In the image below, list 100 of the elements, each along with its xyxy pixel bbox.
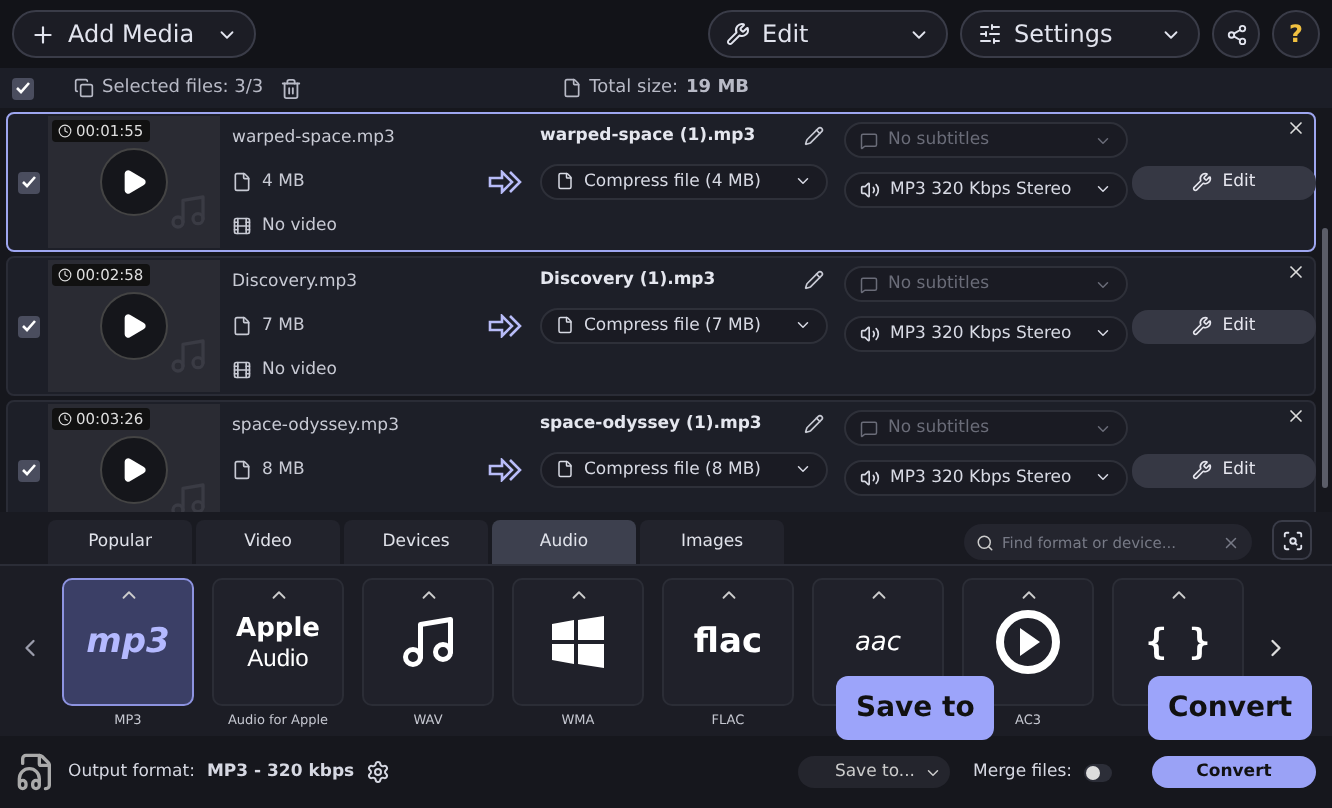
plus-icon — [30, 21, 56, 47]
edit-button[interactable]: Edit — [708, 10, 948, 58]
save-to-button[interactable]: Save to... — [797, 756, 950, 788]
braces-logo: { } — [1145, 621, 1211, 663]
play-circle-icon — [994, 608, 1062, 676]
files-icon — [74, 78, 94, 98]
edit-button[interactable]: Edit — [1132, 165, 1316, 199]
edit-button[interactable]: Edit — [1132, 309, 1316, 343]
output-format-value: MP3 - 320 kbps — [206, 762, 355, 782]
speaker-icon — [860, 323, 880, 344]
rename-icon[interactable] — [804, 413, 824, 434]
video-info: No video — [262, 360, 337, 380]
file-icon — [232, 460, 252, 480]
format-tab[interactable]: Video — [196, 520, 340, 564]
video-info: No video — [262, 216, 337, 236]
speech-bubble-icon — [860, 275, 878, 294]
help-button[interactable]: ? — [1272, 10, 1320, 58]
file-size: 4 MB — [262, 172, 305, 192]
check-icon — [21, 176, 35, 188]
clear-icon[interactable] — [1222, 533, 1240, 551]
output-format-label: Output format: — [68, 762, 195, 782]
play-icon — [120, 456, 148, 484]
file-icon — [232, 172, 252, 192]
format-tile[interactable]: Apple Audio — [212, 578, 344, 706]
speaker-icon — [860, 179, 880, 200]
search-icon — [976, 533, 994, 551]
aac-logo: aac — [854, 627, 902, 657]
rename-icon[interactable] — [804, 269, 824, 290]
add-media-button[interactable]: Add Media — [12, 10, 256, 58]
play-button[interactable] — [100, 148, 168, 216]
file-checkbox[interactable] — [17, 171, 39, 193]
play-icon — [120, 168, 148, 196]
music-note-icon — [168, 192, 208, 232]
file-icon — [561, 78, 582, 98]
output-file-name: space-odyssey (1).mp3 — [540, 413, 762, 434]
merge-toggle[interactable] — [1084, 763, 1112, 781]
format-tile[interactable] — [362, 578, 494, 706]
edit-button[interactable]: Edit — [1132, 453, 1316, 487]
convert-button[interactable]: Convert — [1152, 756, 1316, 788]
settings-icon[interactable] — [366, 760, 391, 784]
rename-icon[interactable] — [804, 125, 824, 146]
play-button[interactable] — [100, 436, 168, 504]
format-file-icon — [16, 752, 56, 792]
format-search-button[interactable] — [1272, 520, 1312, 560]
compress-select[interactable]: Compress file (4 MB) — [540, 163, 828, 200]
music-note-icon — [168, 336, 208, 376]
close-button[interactable] — [1286, 118, 1306, 138]
flac-logo: flac — [693, 622, 763, 662]
file-name: Discovery.mp3 — [232, 272, 360, 292]
audio-select[interactable]: MP3 320 Kbps Stereo — [844, 459, 1128, 496]
delete-icon[interactable] — [279, 77, 302, 99]
select-all-checkbox[interactable] — [12, 77, 34, 99]
format-tab[interactable]: Popular — [48, 520, 192, 564]
file-icon — [556, 316, 574, 335]
audio-select[interactable]: MP3 320 Kbps Stereo — [844, 171, 1128, 208]
check-icon — [16, 82, 30, 94]
share-icon — [1225, 23, 1247, 45]
close-button[interactable] — [1286, 262, 1306, 282]
speech-bubble-icon — [860, 419, 878, 438]
check-icon — [21, 320, 35, 332]
share-button[interactable] — [1212, 10, 1260, 58]
wrench-icon — [1192, 316, 1213, 336]
format-tile[interactable] — [512, 578, 644, 706]
file-icon — [232, 316, 252, 336]
file-size: 7 MB — [262, 316, 305, 336]
convert-arrow-icon — [488, 314, 524, 338]
file-size: 8 MB — [262, 460, 305, 480]
film-icon — [232, 216, 252, 236]
play-button[interactable] — [100, 292, 168, 360]
format-tab[interactable]: Audio — [492, 520, 636, 564]
total-size-label: Total size: — [589, 78, 679, 98]
mp3-logo: mp3 — [86, 622, 170, 662]
format-tile[interactable]: flac — [662, 578, 794, 706]
logo-text: Apple — [236, 613, 320, 643]
file-checkbox[interactable] — [17, 315, 39, 337]
convert-arrow-icon — [488, 458, 524, 482]
format-tile[interactable]: mp3 — [62, 578, 194, 706]
play-icon — [120, 312, 148, 340]
tooltip: Convert — [1148, 676, 1313, 740]
film-icon — [232, 360, 252, 380]
file-checkbox[interactable] — [17, 459, 39, 481]
close-button[interactable] — [1286, 406, 1306, 426]
format-tab[interactable]: Images — [640, 520, 784, 564]
compress-select[interactable]: Compress file (8 MB) — [540, 451, 828, 488]
file-name: space-odyssey.mp3 — [232, 416, 401, 436]
selected-files-count: Selected files: 3/3 — [102, 78, 264, 98]
file-name: warped-space.mp3 — [232, 128, 397, 148]
file-icon — [556, 172, 574, 191]
sliders-icon — [978, 22, 1002, 46]
file-icon — [556, 460, 574, 479]
compress-select[interactable]: Compress file (7 MB) — [540, 307, 828, 344]
tooltip: Save to — [836, 676, 995, 740]
output-file-name: warped-space (1).mp3 — [540, 125, 756, 146]
speaker-icon — [860, 467, 880, 488]
check-icon — [21, 464, 35, 476]
settings-button[interactable]: Settings — [960, 10, 1200, 58]
audio-select[interactable]: MP3 320 Kbps Stereo — [844, 315, 1128, 352]
wrench-icon — [1192, 172, 1213, 192]
wrench-icon — [1192, 460, 1213, 480]
format-tab[interactable]: Devices — [344, 520, 488, 564]
